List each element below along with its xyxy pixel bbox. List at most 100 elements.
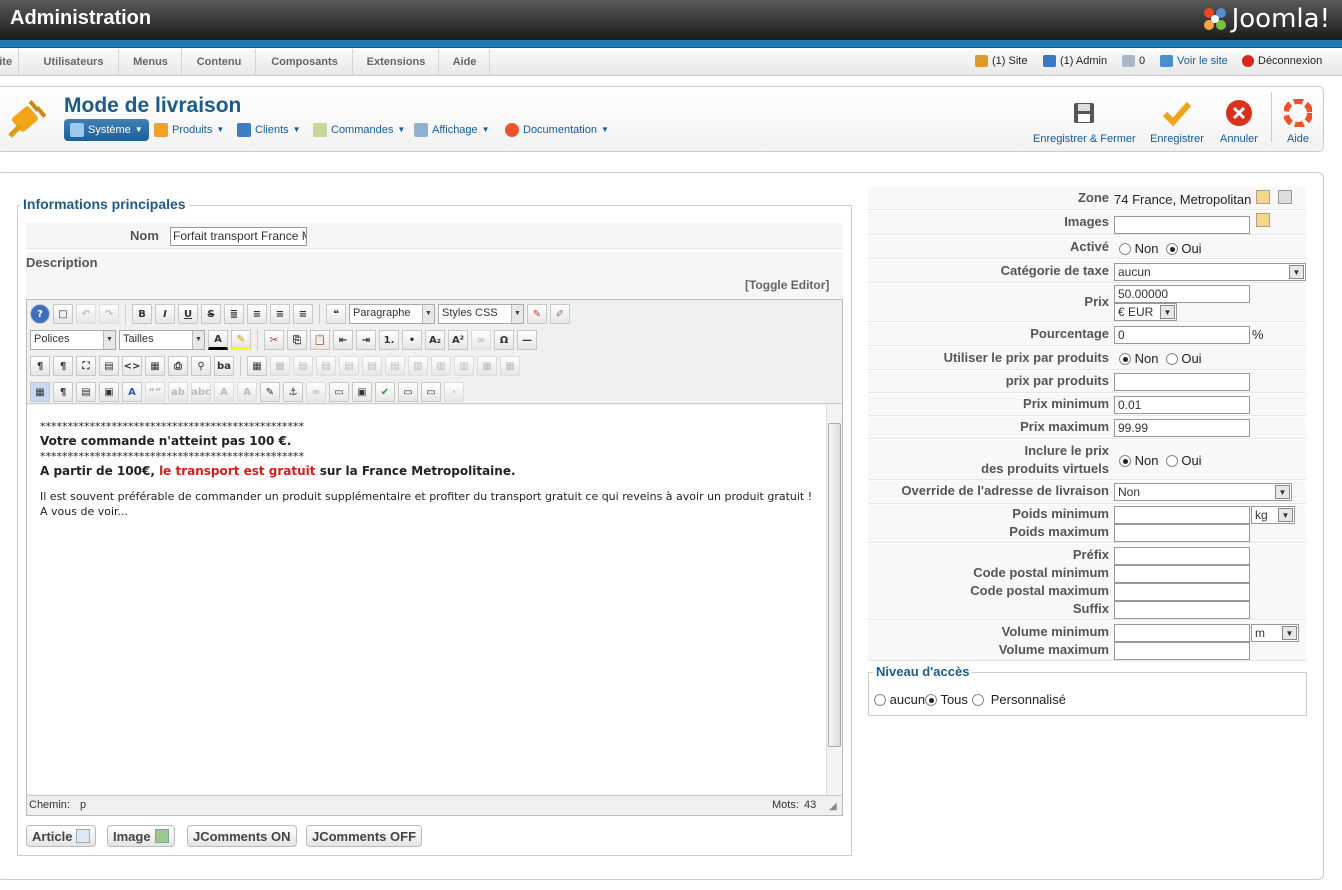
weight-unit-select[interactable]: kg ▼ [1251, 506, 1295, 524]
indent-icon[interactable]: ⇥ [356, 330, 376, 350]
save-close-button[interactable]: Enregistrer & Fermer [1033, 98, 1136, 145]
menu-components[interactable]: Composants [257, 49, 353, 76]
scrollbar-thumb[interactable] [828, 423, 841, 747]
attributes-icon[interactable]: ✎ [260, 382, 280, 402]
template-icon[interactable]: ▤ [99, 356, 119, 376]
min-volume-input[interactable] [1114, 624, 1250, 642]
path-value[interactable]: p [80, 799, 86, 811]
cleanup-brush-icon[interactable]: ✐ [550, 304, 570, 324]
style-props-icon[interactable]: ▣ [99, 382, 119, 402]
fullscreen-icon[interactable]: ⛶ [76, 356, 96, 376]
abbr-icon[interactable]: ab [168, 382, 188, 402]
status-admin[interactable]: (1) Admin [1043, 55, 1107, 67]
use-price-non-radio[interactable] [1119, 353, 1131, 365]
align-left-icon[interactable]: ≡ [270, 304, 290, 324]
tax-select[interactable]: aucun ▼ [1114, 263, 1306, 281]
acronym-icon[interactable]: abc [191, 382, 211, 402]
submenu-produits[interactable]: Produits ▼ [154, 119, 224, 141]
insert-row-after-icon[interactable]: ▤ [362, 356, 382, 376]
unordered-list-icon[interactable]: • [402, 330, 422, 350]
justify-icon[interactable]: ≣ [224, 304, 244, 324]
replace-icon[interactable]: ba [214, 356, 234, 376]
access-all-radio[interactable] [925, 694, 938, 706]
underline-icon[interactable]: U [178, 304, 198, 324]
editor-content[interactable]: ****************************************… [27, 405, 827, 794]
insert-col-before-icon[interactable]: ▥ [408, 356, 428, 376]
logout-link[interactable]: Déconnexion [1242, 55, 1322, 67]
price-input[interactable]: 50.00000 [1114, 285, 1250, 303]
readmore-icon[interactable]: ▭ [421, 382, 441, 402]
insert-row-before-icon[interactable]: ▤ [339, 356, 359, 376]
show-blocks-icon[interactable]: ¶ [53, 382, 73, 402]
cell-props-icon[interactable]: ▤ [316, 356, 336, 376]
menu-site[interactable]: Site [0, 49, 19, 76]
special-char-icon[interactable]: Ω [494, 330, 514, 350]
access-none-radio[interactable] [874, 694, 886, 706]
insert-article-button[interactable]: Article [26, 825, 97, 847]
currency-select[interactable]: € EUR ▼ [1114, 303, 1177, 321]
blockquote-icon[interactable]: ❝ [326, 304, 346, 324]
virtual-non-radio[interactable] [1119, 455, 1131, 467]
price-per-input[interactable] [1114, 373, 1250, 391]
pagebreak-icon[interactable]: ▭ [329, 382, 349, 402]
paste-icon[interactable]: 📋 [310, 330, 330, 350]
submenu-commandes[interactable]: Commandes ▼ [313, 119, 405, 141]
italic-icon[interactable]: I [155, 304, 175, 324]
horizontal-rule-icon[interactable]: — [517, 330, 537, 350]
help-button[interactable]: Aide [1283, 98, 1313, 145]
resize-handle-icon[interactable]: ◢ [829, 801, 837, 812]
jcomments-on-button[interactable]: JComments ON [187, 825, 297, 847]
table-icon[interactable]: ▦ [247, 356, 267, 376]
menu-content[interactable]: Contenu [183, 49, 256, 76]
format-select[interactable]: Paragraphe ▼ [349, 304, 435, 324]
prefix-input[interactable] [1114, 547, 1250, 565]
help-icon[interactable]: ? [30, 304, 50, 324]
virtual-oui-radio[interactable] [1165, 455, 1178, 467]
save-button[interactable]: Enregistrer [1148, 98, 1206, 145]
redo-icon[interactable]: ↷ [99, 304, 119, 324]
nonbreaking-icon[interactable]: · [444, 382, 464, 402]
active-oui-radio[interactable] [1165, 243, 1178, 255]
cut-icon[interactable]: ✂ [264, 330, 284, 350]
styles-icon[interactable]: A [122, 382, 142, 402]
submenu-clients[interactable]: Clients ▼ [237, 119, 301, 141]
ltr-icon[interactable]: ¶ [30, 356, 50, 376]
outdent-icon[interactable]: ⇤ [333, 330, 353, 350]
min-zip-input[interactable] [1114, 565, 1250, 583]
highlight-icon[interactable]: ✎ [231, 330, 251, 350]
max-zip-input[interactable] [1114, 583, 1250, 601]
use-price-oui-radio[interactable] [1165, 353, 1178, 365]
cancel-button[interactable]: Annuler [1218, 98, 1260, 145]
volume-unit-select[interactable]: m ▼ [1251, 624, 1299, 642]
image-icon[interactable]: ▣ [352, 382, 372, 402]
percent-input[interactable]: 0 [1114, 326, 1250, 344]
joomla-logo[interactable]: Joomla! [1202, 3, 1330, 35]
name-input[interactable]: Forfait transport France M [170, 227, 307, 246]
editor-scrollbar[interactable] [826, 405, 842, 794]
delete-table-icon[interactable]: ▦ [270, 356, 290, 376]
delete-row-icon[interactable]: ▤ [385, 356, 405, 376]
del-icon[interactable]: A [214, 382, 234, 402]
insert-layer-icon[interactable]: ▤ [76, 382, 96, 402]
menu-menus[interactable]: Menus [120, 49, 182, 76]
status-messages[interactable]: 0 [1122, 55, 1145, 67]
cite-icon[interactable]: “” [145, 382, 165, 402]
spellcheck-icon[interactable]: ✔ [375, 382, 395, 402]
link-icon[interactable]: ∞ [471, 330, 491, 350]
max-volume-input[interactable] [1114, 642, 1250, 660]
visual-aid-icon[interactable]: ▦ [30, 382, 50, 402]
strikethrough-icon[interactable]: S [201, 304, 221, 324]
row-props-icon[interactable]: ▤ [293, 356, 313, 376]
bold-icon[interactable]: B [132, 304, 152, 324]
ordered-list-icon[interactable]: 1. [379, 330, 399, 350]
access-custom-radio[interactable] [971, 694, 984, 706]
print-icon[interactable]: ⎙ [168, 356, 188, 376]
edit-icon[interactable] [1256, 213, 1270, 227]
delete-col-icon[interactable]: ▥ [454, 356, 474, 376]
menu-extensions[interactable]: Extensions [354, 49, 439, 76]
override-select[interactable]: Non ▼ [1114, 483, 1292, 501]
suffix-input[interactable] [1114, 601, 1250, 619]
anchor-icon[interactable]: ⚓ [283, 382, 303, 402]
eraser-icon[interactable]: ✎ [527, 304, 547, 324]
view-site-link[interactable]: Voir le site [1160, 55, 1228, 67]
